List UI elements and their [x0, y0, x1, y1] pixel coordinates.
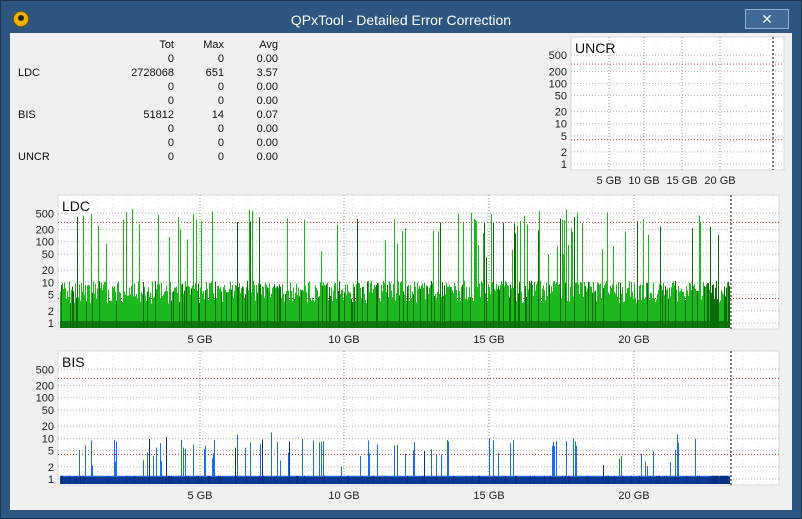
y-tick-label: 10	[555, 119, 567, 131]
y-tick-label: 200	[36, 380, 54, 392]
x-tick-label: 20 GB	[704, 175, 735, 187]
y-tick-label: 1	[48, 474, 54, 486]
y-tick-label: 5	[48, 446, 54, 458]
y-tick-label: 2	[48, 462, 54, 474]
y-tick-label: 2	[48, 306, 54, 318]
y-tick-label: 20	[42, 421, 54, 433]
y-tick-label: 100	[549, 78, 567, 90]
close-button[interactable]: ✕	[745, 9, 789, 29]
y-tick-label: 5	[561, 131, 567, 143]
chart-title: LDC	[62, 198, 90, 214]
title-bar[interactable]: QPxTool - Detailed Error Correction ✕	[1, 1, 801, 35]
x-tick-label: 10 GB	[328, 334, 359, 346]
x-tick-label: 5 GB	[187, 334, 212, 346]
y-tick-label: 200	[549, 66, 567, 78]
chart-title: BIS	[62, 354, 85, 370]
x-tick-label: 15 GB	[473, 334, 504, 346]
qpxtool-window: QPxTool - Detailed Error Correction ✕ To…	[0, 0, 802, 519]
y-tick-label: 50	[42, 405, 54, 417]
chart-uncr: 5002001005020105215 GB 10 GB 15 GB 20 GBUNC…	[549, 36, 785, 187]
x-tick-label: 10 GB	[328, 490, 359, 502]
x-tick-label: 5 GB	[596, 175, 621, 187]
y-tick-label: 500	[36, 364, 54, 376]
y-tick-label: 20	[555, 107, 567, 119]
error-charts: 5002001005020105215 GB 10 GB 15 GB 20 GBUNC…	[36, 36, 785, 502]
y-tick-label: 20	[42, 265, 54, 277]
client-area: Tot Max Avg 0 0 0.00 LDC 2728068 651 3.57 0 0 0.0…	[10, 33, 792, 510]
x-tick-label: 20 GB	[618, 490, 649, 502]
plot-area	[570, 36, 785, 171]
y-tick-label: 50	[42, 249, 54, 261]
y-tick-label: 10	[42, 433, 54, 445]
y-tick-label: 50	[555, 91, 567, 103]
y-tick-label: 500	[549, 50, 567, 62]
y-tick-label: 100	[36, 393, 54, 405]
x-tick-label: 10 GB	[628, 175, 659, 187]
baseline-band	[60, 477, 730, 484]
y-tick-label: 200	[36, 224, 54, 236]
y-tick-label: 500	[36, 208, 54, 220]
y-tick-label: 100	[36, 237, 54, 249]
y-tick-label: 5	[48, 290, 54, 302]
x-tick-label: 15 GB	[666, 175, 697, 187]
baseline-band	[60, 321, 730, 328]
chart-bis: 5002001005020105215 GB 10 GB 15 GB 20 GBBIS	[36, 350, 780, 502]
x-tick-label: 5 GB	[187, 490, 212, 502]
y-tick-label: 10	[42, 277, 54, 289]
window-title: QPxTool - Detailed Error Correction	[290, 12, 512, 28]
x-tick-label: 15 GB	[473, 490, 504, 502]
chart-ldc: 5002001005020105215 GB 10 GB 15 GB 20 GBLDC	[36, 194, 780, 346]
y-tick-label: 1	[561, 159, 567, 171]
y-tick-label: 1	[48, 318, 54, 330]
chart-title: UNCR	[575, 40, 615, 56]
y-tick-label: 2	[561, 147, 567, 159]
x-tick-label: 20 GB	[618, 334, 649, 346]
